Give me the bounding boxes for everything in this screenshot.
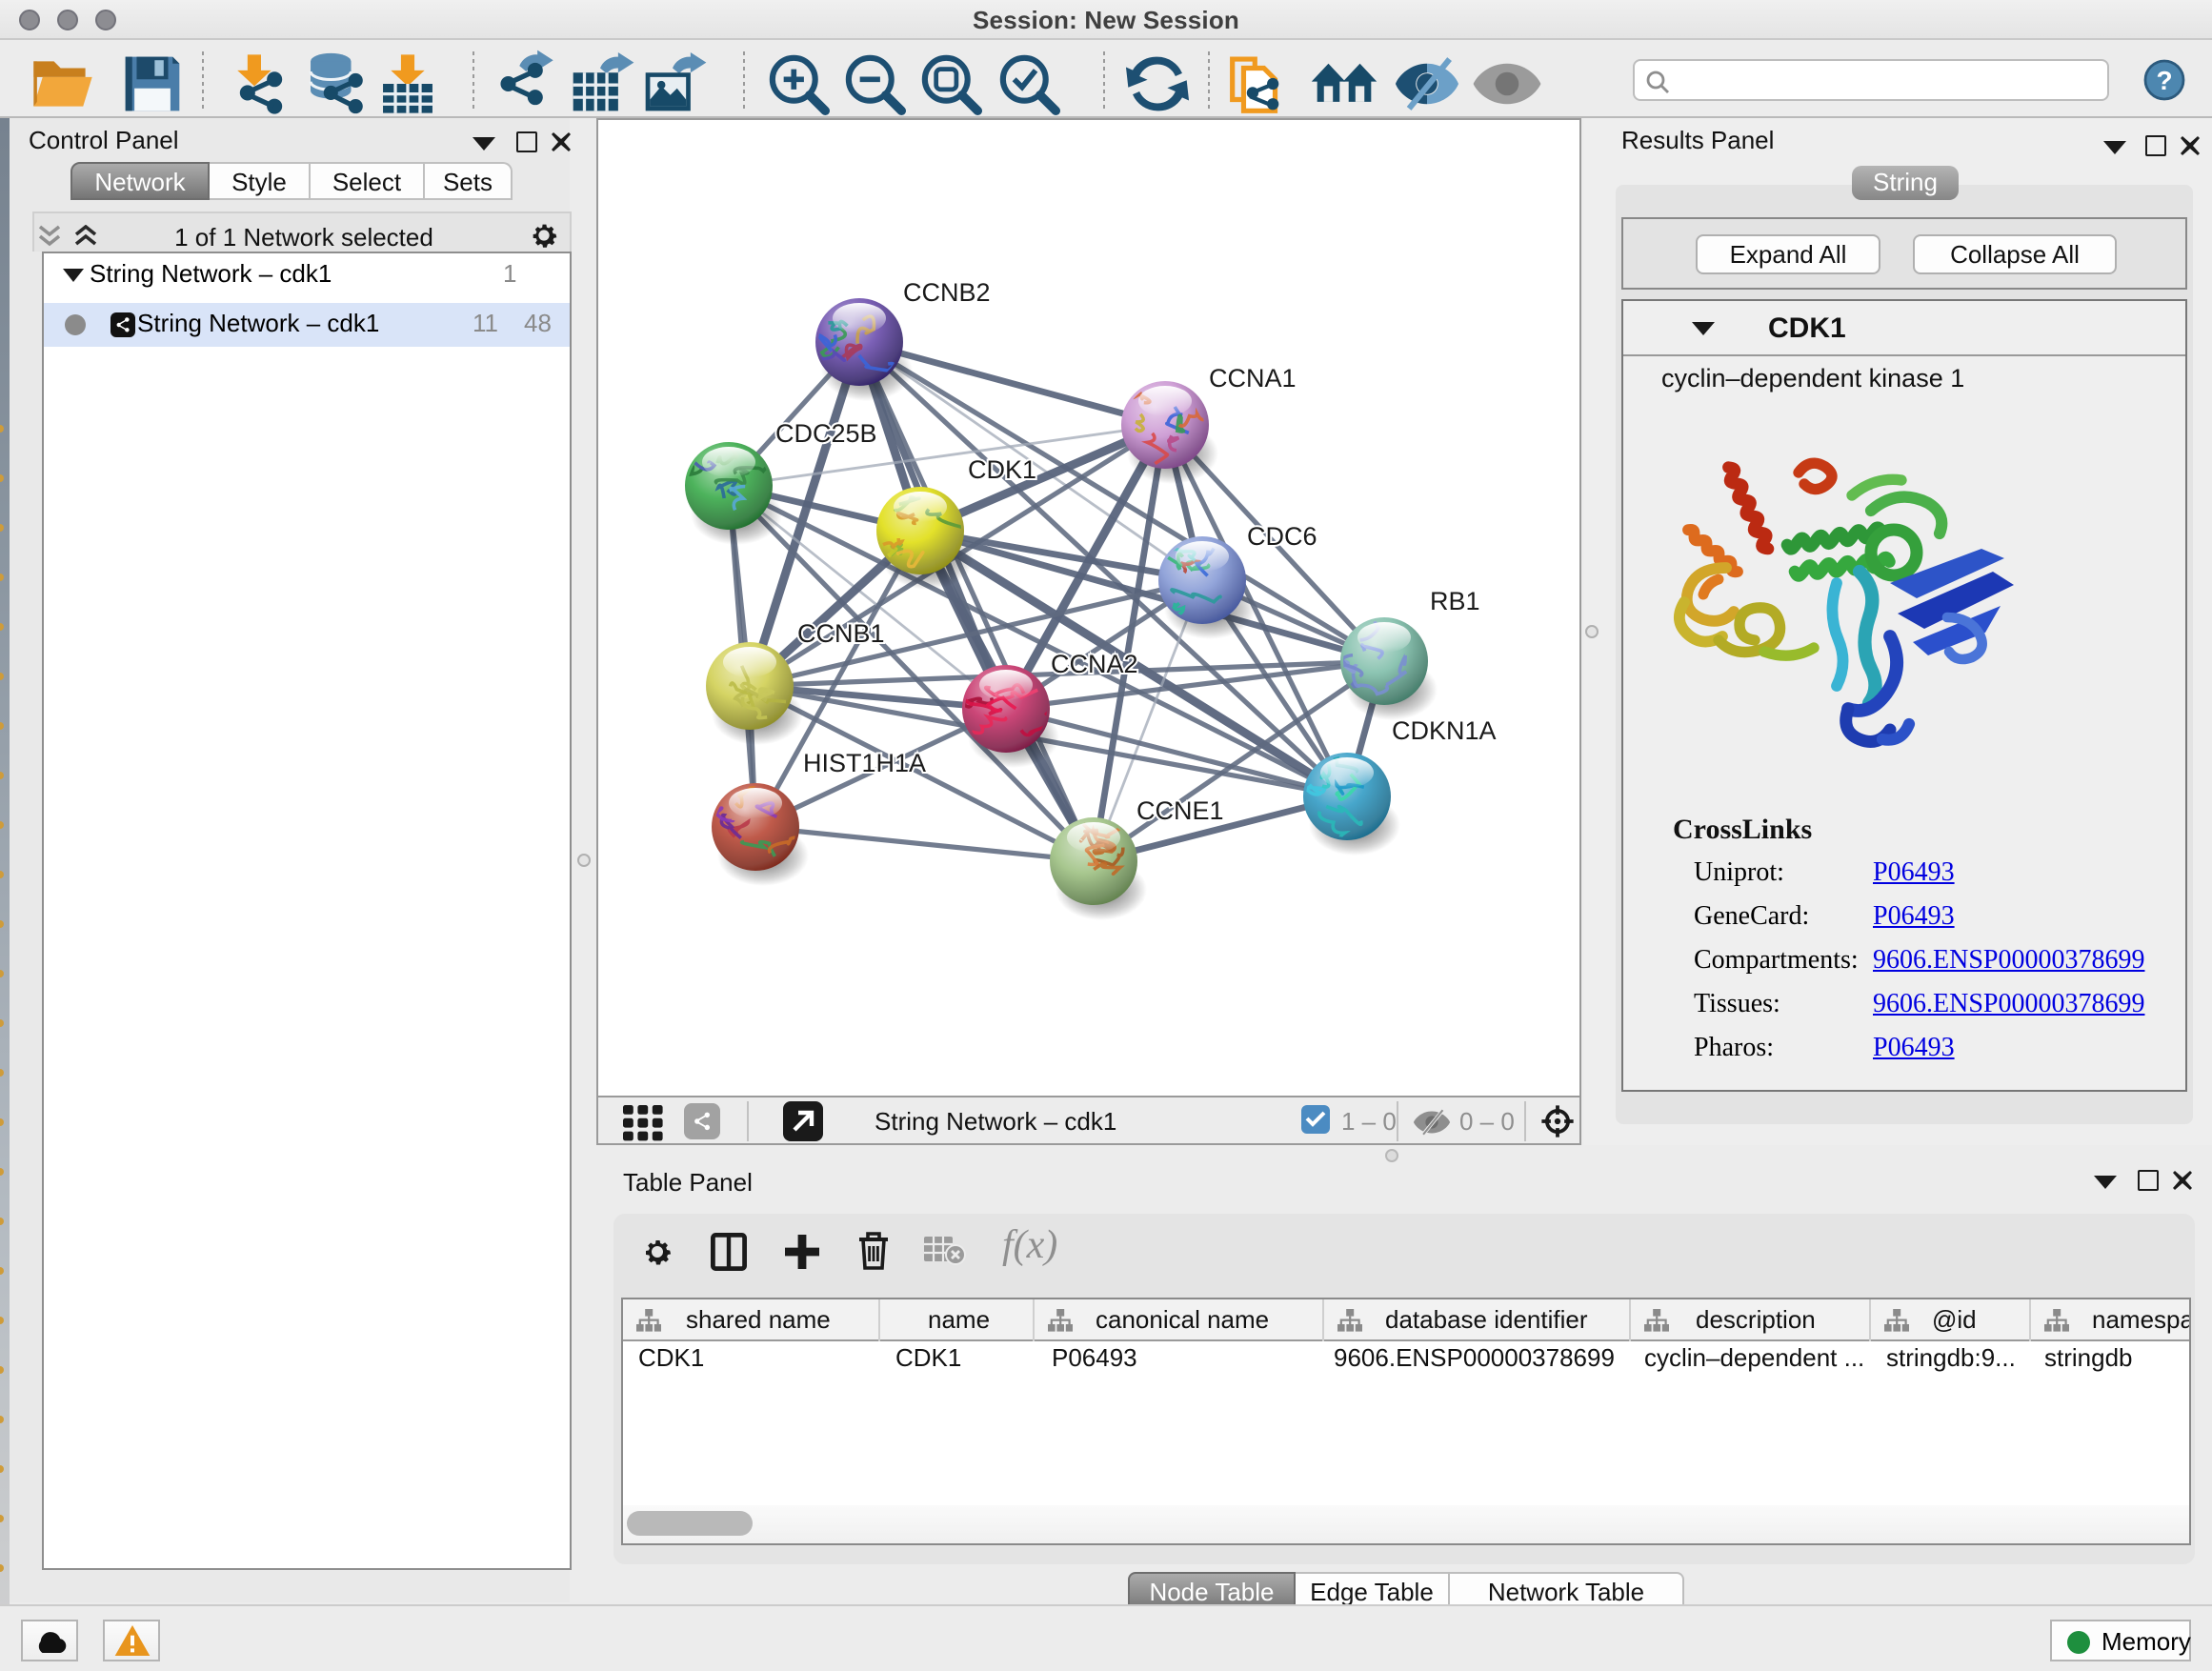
svg-text:CCNA1: CCNA1 — [1209, 364, 1297, 393]
svg-text:CDK1: CDK1 — [968, 455, 1036, 484]
svg-text:CCNA2: CCNA2 — [1051, 650, 1138, 678]
svg-text:RB1: RB1 — [1430, 587, 1480, 615]
svg-text:CDC25B: CDC25B — [775, 419, 877, 448]
svg-text:CCNB2: CCNB2 — [903, 278, 991, 307]
svg-text:CCNB1: CCNB1 — [797, 619, 885, 648]
svg-text:?: ? — [2156, 66, 2172, 95]
svg-text:CDC6: CDC6 — [1247, 522, 1317, 551]
svg-text:CCNE1: CCNE1 — [1136, 796, 1224, 825]
svg-text:CDKN1A: CDKN1A — [1392, 716, 1497, 745]
svg-text:HIST1H1A: HIST1H1A — [803, 749, 926, 777]
